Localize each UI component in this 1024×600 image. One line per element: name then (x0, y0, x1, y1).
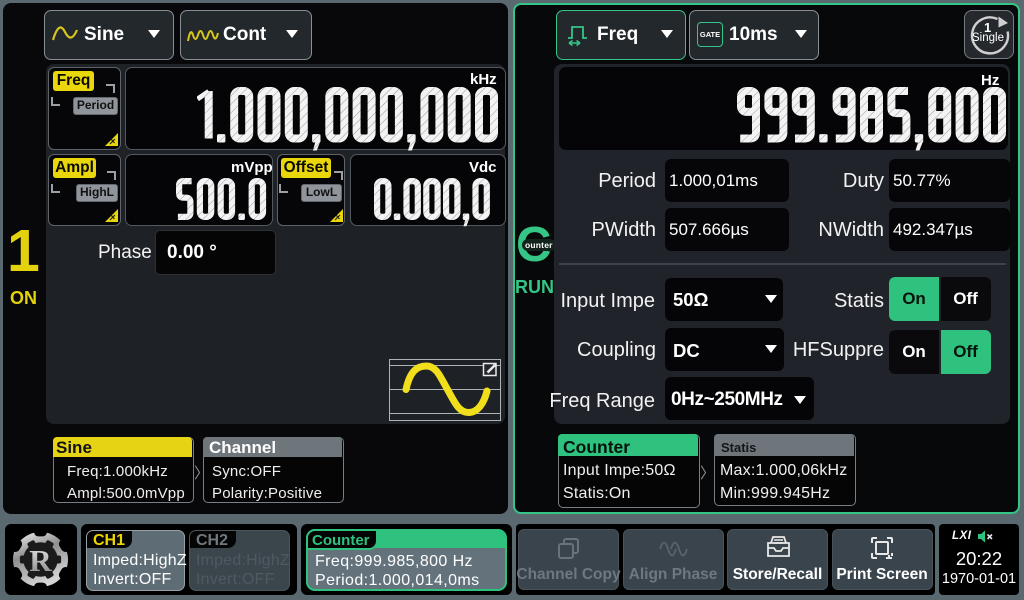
svg-text:R: R (29, 543, 52, 578)
